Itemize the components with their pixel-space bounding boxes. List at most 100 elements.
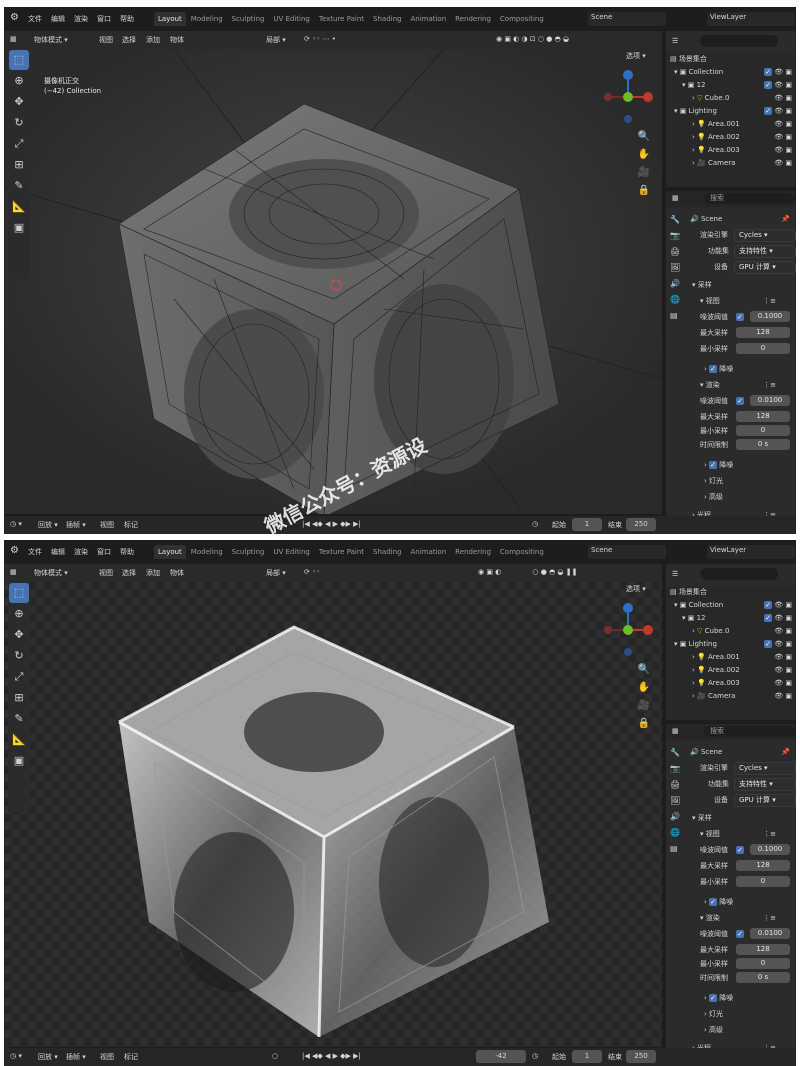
- tree-camera[interactable]: › 🎥 Camera 👁 ▣: [666, 157, 796, 170]
- navigation-gizmo[interactable]: [598, 67, 658, 127]
- props-search[interactable]: 搜索: [704, 193, 796, 204]
- render-props-icon[interactable]: 📷: [670, 764, 684, 780]
- feature-dropdown[interactable]: 支持特性 ▾: [734, 245, 796, 258]
- snap-icon[interactable]: ⟳ ◦◦ ⋯ •: [304, 35, 336, 43]
- r-max-field[interactable]: 128: [736, 944, 790, 955]
- editor-type-icon[interactable]: ▦: [10, 35, 17, 43]
- zoom-icon[interactable]: 🔍: [637, 664, 651, 678]
- tool-props-icon[interactable]: 🔧: [670, 748, 684, 764]
- current-frame-field[interactable]: -42: [476, 1050, 526, 1063]
- tree-camera[interactable]: › 🎥 Camera 👁 ▣: [666, 690, 796, 703]
- tab-sculpting[interactable]: Sculpting: [228, 12, 269, 26]
- tree-lighting[interactable]: ▾ ▣ Lighting ✓ 👁 ▣: [666, 638, 796, 651]
- timeline-editor-icon[interactable]: ◷ ▾: [10, 520, 22, 528]
- sampling-header[interactable]: ▾ 采样: [666, 277, 796, 293]
- tab-rendering[interactable]: Rendering: [451, 12, 495, 26]
- tree-area3[interactable]: › 💡 Area.003 👁 ▣: [666, 677, 796, 690]
- transform-orientation[interactable]: 局部 ▾: [266, 35, 286, 45]
- viewlayer-selector[interactable]: ViewLayer: [707, 12, 795, 26]
- feature-dropdown[interactable]: 支持特性 ▾: [734, 778, 796, 791]
- outliner-editor-icon[interactable]: ☰: [672, 37, 678, 45]
- viewlayer-selector[interactable]: ViewLayer: [707, 545, 795, 559]
- pin-icon[interactable]: 📌: [781, 744, 790, 760]
- tab-layout[interactable]: Layout: [154, 12, 186, 26]
- advanced-header[interactable]: › 高级: [666, 489, 796, 505]
- header-menu-add[interactable]: 添加: [146, 35, 160, 45]
- outliner-editor-icon[interactable]: ☰: [672, 570, 678, 578]
- r-min-field[interactable]: 0: [736, 958, 790, 969]
- view-gizmo-icon[interactable]: ◉ ▣ ◐ ○ ● ◓ ◒ ❚❚: [478, 568, 578, 576]
- r-noise-field[interactable]: 0.0100: [750, 395, 790, 406]
- camera-view-icon[interactable]: 🎥: [637, 700, 651, 714]
- menu-window[interactable]: 窗口: [97, 15, 111, 23]
- props-editor-icon[interactable]: ▦: [672, 194, 679, 202]
- playback-controls-icon[interactable]: |◀ ◀◆ ◀ ▶ ◆▶ ▶|: [302, 1052, 361, 1060]
- r-time-field[interactable]: 0 s: [736, 972, 790, 983]
- scene-props-icon[interactable]: 🔊: [670, 279, 684, 295]
- zoom-icon[interactable]: 🔍: [637, 131, 651, 145]
- tab-compositing[interactable]: Compositing: [496, 12, 548, 26]
- tab-sculpting[interactable]: Sculpting: [228, 545, 269, 559]
- tab-animation[interactable]: Animation: [406, 12, 450, 26]
- vp-noise-field[interactable]: 0.1000: [750, 311, 790, 322]
- record-icon[interactable]: ○: [272, 1052, 278, 1060]
- device-dropdown[interactable]: GPU 计算 ▾: [734, 261, 796, 274]
- vp-max-field[interactable]: 128: [736, 860, 790, 871]
- tree-area3[interactable]: › 💡 Area.003 👁 ▣: [666, 144, 796, 157]
- outliner-search[interactable]: [700, 568, 778, 580]
- end-field[interactable]: 250: [626, 1050, 656, 1063]
- vp-noise-field[interactable]: 0.1000: [750, 844, 790, 855]
- add-cube-tool-icon[interactable]: ▣: [9, 218, 29, 238]
- tree-root[interactable]: ▤ 场景集合: [666, 53, 796, 66]
- playback-menu[interactable]: 回放 ▾: [38, 1052, 58, 1062]
- presets-icon[interactable]: ⋮≡: [763, 826, 776, 842]
- header-menu-object[interactable]: 物体: [170, 35, 184, 45]
- timeline-editor-icon[interactable]: ◷ ▾: [10, 1052, 22, 1060]
- tree-root[interactable]: ▤ 场景集合: [666, 586, 796, 599]
- output-props-icon[interactable]: 🖨: [670, 780, 684, 796]
- visibility-icons[interactable]: ✓ 👁 ▣: [764, 66, 792, 79]
- pin-icon[interactable]: 📌: [781, 211, 790, 227]
- blender-logo-icon[interactable]: ⚙: [10, 12, 19, 23]
- vp-denoise-row[interactable]: › ✓ 降噪: [666, 361, 796, 377]
- lock-icon[interactable]: 🔒: [637, 718, 651, 732]
- tree-cube[interactable]: › ▽ Cube.0 👁 ▣: [666, 92, 796, 105]
- header-menu-add[interactable]: 添加: [146, 568, 160, 578]
- viewport-sampling-header[interactable]: ▾ 视图 ⋮≡: [666, 826, 796, 842]
- mode-dropdown[interactable]: 物体模式 ▾: [34, 35, 68, 45]
- cursor-tool-icon[interactable]: ⊕: [9, 71, 29, 91]
- tab-rendering[interactable]: Rendering: [451, 545, 495, 559]
- mode-dropdown[interactable]: 物体模式 ▾: [34, 568, 68, 578]
- rotate-tool-icon[interactable]: ↻: [9, 113, 29, 133]
- menu-help[interactable]: 帮助: [120, 15, 134, 23]
- r-max-field[interactable]: 128: [736, 411, 790, 422]
- tree-area2[interactable]: › 💡 Area.002 👁 ▣: [666, 664, 796, 677]
- header-menu-select[interactable]: 选择: [122, 35, 136, 45]
- lock-icon[interactable]: 🔒: [637, 185, 651, 199]
- transform-orientation[interactable]: 局部 ▾: [266, 568, 286, 578]
- tree-lighting[interactable]: ▾ ▣ Lighting ✓ 👁 ▣: [666, 105, 796, 118]
- transform-tool-icon[interactable]: ⊞: [9, 155, 29, 175]
- tab-uv-editing[interactable]: UV Editing: [269, 545, 314, 559]
- output-props-icon[interactable]: 🖨: [670, 247, 684, 263]
- start-field[interactable]: 1: [572, 1050, 602, 1063]
- select-box-tool-icon[interactable]: ⬚: [9, 50, 29, 70]
- world-props-icon[interactable]: 🌐: [670, 828, 684, 844]
- marker-menu[interactable]: 标记: [124, 520, 138, 530]
- world-props-icon[interactable]: 🌐: [670, 295, 684, 311]
- cursor-tool-icon[interactable]: ⊕: [9, 604, 29, 624]
- r-denoise-row[interactable]: › ✓ 降噪: [666, 457, 796, 473]
- menu-help[interactable]: 帮助: [120, 548, 134, 556]
- collection-props-icon[interactable]: ▤: [670, 844, 684, 860]
- tab-animation[interactable]: Animation: [406, 545, 450, 559]
- keying-menu[interactable]: 插帧 ▾: [66, 520, 86, 530]
- header-menu-object[interactable]: 物体: [170, 568, 184, 578]
- scale-tool-icon[interactable]: ⤢: [9, 667, 29, 687]
- tree-cube[interactable]: › ▽ Cube.0 👁 ▣: [666, 625, 796, 638]
- tool-props-icon[interactable]: 🔧: [670, 215, 684, 231]
- tab-shading[interactable]: Shading: [369, 12, 405, 26]
- presets-icon[interactable]: ⋮≡: [763, 293, 776, 309]
- tab-compositing[interactable]: Compositing: [496, 545, 548, 559]
- pan-hand-icon[interactable]: ✋: [637, 149, 651, 163]
- options-button[interactable]: 选项 ▾: [626, 51, 646, 61]
